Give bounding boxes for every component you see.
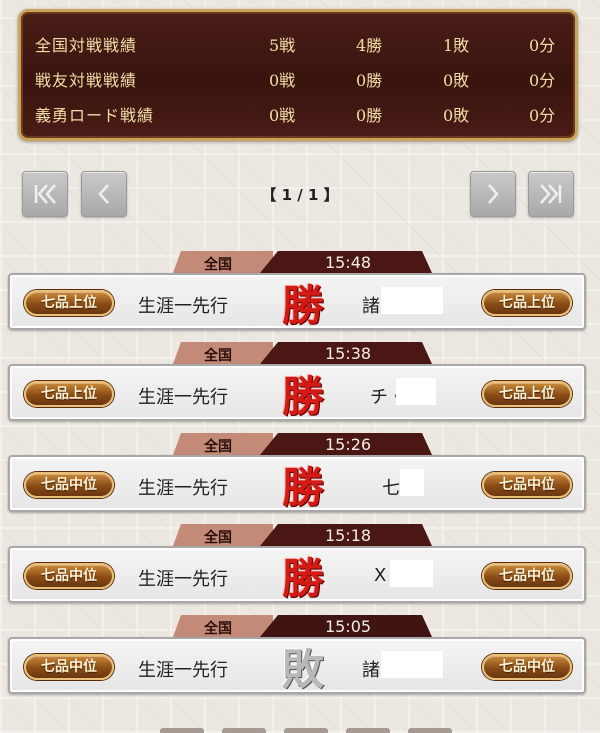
match-mode: 全国: [204, 439, 232, 455]
footer-tab[interactable]: [346, 728, 390, 733]
opponent-rank-badge: 七品上位: [482, 381, 572, 407]
player-rank-badge: 七品上位: [24, 290, 114, 316]
match-time: 15:38: [324, 344, 372, 363]
summary-row-friends: 戦友対戦戦績 0戦 0勝 0敗 0分: [21, 61, 575, 95]
match-card[interactable]: 七品中位 生涯一先行 勝 X 七品中位: [8, 546, 586, 603]
match-entry[interactable]: 全国 15:26 七品中位 生涯一先行 勝 七 七品中位: [8, 433, 586, 523]
match-mode: 全国: [204, 621, 232, 637]
summary-losses: 1敗: [443, 36, 470, 55]
opponent-name: 諸: [362, 296, 380, 317]
result-mark: 勝: [281, 371, 324, 421]
player-name: 生涯一先行: [138, 478, 228, 499]
match-card[interactable]: 七品上位 生涯一先行 勝 諸 七品上位: [8, 273, 586, 330]
player-rank-badge: 七品中位: [24, 472, 114, 498]
match-card[interactable]: 七品上位 生涯一先行 勝 チ・ 七品上位: [8, 364, 586, 421]
summary-battles: 0戦: [269, 106, 296, 125]
summary-wins: 0勝: [356, 71, 383, 90]
footer-tab[interactable]: [222, 728, 266, 733]
summary-draws: 0分: [529, 106, 556, 125]
summary-label: 全国対戦戦績: [35, 36, 138, 55]
last-page-button[interactable]: [528, 171, 574, 217]
result-mark: 勝: [281, 462, 324, 512]
redaction-mask: [390, 560, 433, 587]
summary-losses: 0敗: [443, 71, 470, 90]
opponent-rank-badge: 七品中位: [482, 472, 572, 498]
next-page-button[interactable]: [470, 171, 516, 217]
summary-row-national: 全国対戦戦績 5戦 4勝 1敗 0分: [21, 26, 575, 60]
match-card[interactable]: 七品中位 生涯一先行 敗 諸 七品中位: [8, 637, 586, 694]
footer-tab[interactable]: [408, 728, 452, 733]
match-mode: 全国: [204, 348, 232, 364]
player-rank-badge: 七品中位: [24, 563, 114, 589]
player-rank-badge: 七品中位: [24, 654, 114, 680]
opponent-name: X: [374, 565, 387, 586]
match-entry[interactable]: 全国 15:18 七品中位 生涯一先行 勝 X 七品中位: [8, 524, 586, 614]
match-mode: 全国: [204, 257, 232, 273]
summary-losses: 0敗: [443, 106, 470, 125]
opponent-rank-badge: 七品上位: [482, 290, 572, 316]
redaction-mask: [400, 469, 424, 496]
footer-tab[interactable]: [160, 728, 204, 733]
summary-draws: 0分: [529, 71, 556, 90]
match-time: 15:48: [324, 253, 372, 272]
player-name: 生涯一先行: [138, 296, 228, 317]
summary-wins: 4勝: [356, 36, 383, 55]
redaction-mask: [396, 378, 436, 405]
opponent-rank-badge: 七品中位: [482, 563, 572, 589]
summary-wins: 0勝: [356, 106, 383, 125]
last-page-icon: [540, 184, 562, 204]
result-mark: 勝: [281, 553, 324, 603]
redaction-mask: [381, 651, 443, 678]
summary-row-volunteer-road: 義勇ロード戦績 0戦 0勝 0敗 0分: [21, 96, 575, 130]
match-entry[interactable]: 全国 15:48 七品上位 生涯一先行 勝 諸 七品上位: [8, 251, 586, 341]
match-mode: 全国: [204, 530, 232, 546]
match-entry[interactable]: 全国 15:38 七品上位 生涯一先行 勝 チ・ 七品上位: [8, 342, 586, 432]
redaction-mask: [381, 287, 443, 314]
opponent-name: 七: [382, 478, 400, 499]
match-time: 15:26: [324, 435, 372, 454]
result-mark: 勝: [281, 280, 324, 330]
player-name: 生涯一先行: [138, 660, 228, 681]
player-rank-badge: 七品上位: [24, 381, 114, 407]
summary-draws: 0分: [529, 36, 556, 55]
summary-battles: 0戦: [269, 71, 296, 90]
summary-battles: 5戦: [269, 36, 296, 55]
match-time: 15:18: [324, 526, 372, 545]
footer-tab[interactable]: [284, 728, 328, 733]
summary-label: 義勇ロード戦績: [35, 106, 155, 125]
opponent-name: 諸: [362, 660, 380, 681]
match-time: 15:05: [324, 617, 372, 636]
opponent-rank-badge: 七品中位: [482, 654, 572, 680]
record-summary-panel: 全国対戦戦績 5戦 4勝 1敗 0分 戦友対戦戦績 0戦 0勝 0敗 0分 義勇…: [18, 9, 578, 141]
chevron-right-icon: [488, 184, 499, 204]
summary-label: 戦友対戦戦績: [35, 71, 138, 90]
match-entry[interactable]: 全国 15:05 七品中位 生涯一先行 敗 諸 七品中位: [8, 615, 586, 705]
result-mark: 敗: [281, 644, 324, 694]
match-card[interactable]: 七品中位 生涯一先行 勝 七 七品中位: [8, 455, 586, 512]
player-name: 生涯一先行: [138, 387, 228, 408]
player-name: 生涯一先行: [138, 569, 228, 590]
